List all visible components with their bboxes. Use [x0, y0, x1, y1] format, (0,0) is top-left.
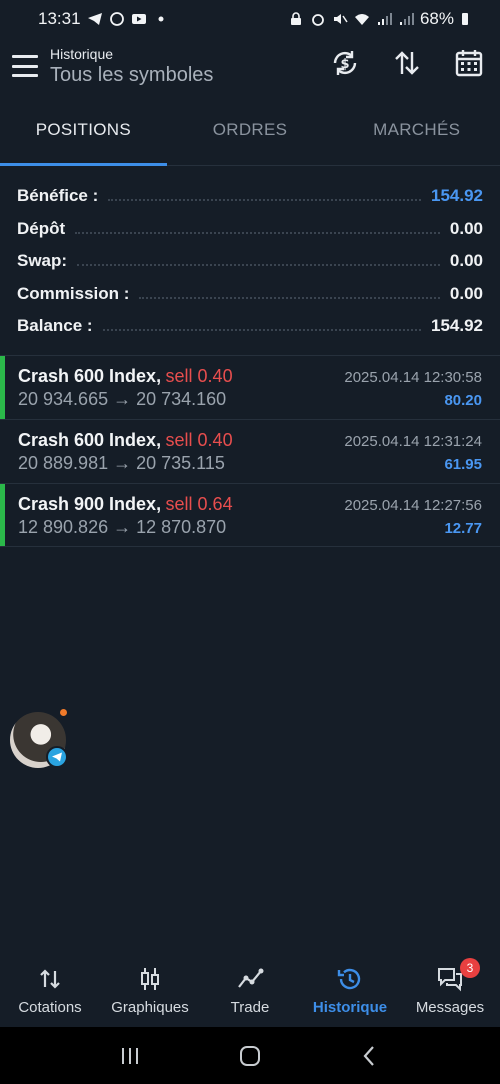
unread-badge: 3	[460, 958, 480, 978]
trade-time: 2025.04.14 12:30:58	[344, 368, 482, 386]
dotted-leader	[77, 264, 440, 267]
nav-messages[interactable]: 3 Messages	[400, 955, 500, 1027]
lock-icon	[288, 12, 304, 26]
telegram-icon	[87, 12, 103, 26]
summary-row-balance: Balance : 154.92	[17, 310, 483, 343]
trade-row[interactable]: Crash 600 Index, sell 0.40 2025.04.14 12…	[0, 354, 500, 419]
summary-label: Commission :	[17, 283, 130, 303]
dotted-leader	[108, 199, 421, 202]
battery-icon	[460, 12, 470, 26]
signal-icon	[376, 12, 392, 26]
currency-refresh-icon[interactable]: $	[330, 48, 360, 78]
dotted-leader	[75, 231, 440, 234]
history-icon	[336, 965, 364, 993]
trade-type: sell 0.40	[165, 429, 233, 450]
menu-icon[interactable]	[12, 55, 38, 77]
summary-row-swap: Swap: 0.00	[17, 245, 483, 278]
tab-positions[interactable]: POSITIONS	[0, 94, 167, 166]
nav-label: Graphiques	[111, 999, 189, 1016]
trade-row[interactable]: Crash 600 Index, sell 0.40 2025.04.14 12…	[0, 418, 500, 483]
summary-label: Bénéfice :	[17, 186, 99, 206]
summary-value: 0.00	[449, 251, 483, 271]
trade-symbol: Crash 600 Index,	[18, 365, 162, 386]
summary-row-benefice: Bénéfice : 154.92	[17, 180, 483, 213]
system-nav-bar	[0, 1027, 500, 1084]
nav-historique[interactable]: Historique	[300, 955, 400, 1027]
whatsapp-icon	[109, 12, 125, 26]
summary-panel: Bénéfice : 154.92 Dépôt 0.00 Swap: 0.00 …	[0, 166, 500, 355]
nav-label: Messages	[415, 999, 485, 1016]
nav-label: Historique	[312, 999, 388, 1016]
status-bar: 13:31 68%	[0, 0, 500, 38]
dot-icon	[153, 12, 169, 26]
nav-graphiques[interactable]: Graphiques	[100, 955, 200, 1027]
nav-trade[interactable]: Trade	[200, 955, 300, 1027]
sort-icon[interactable]	[392, 48, 422, 78]
header-titles: Historique Tous les symboles	[50, 46, 213, 87]
recents-icon[interactable]	[118, 1044, 142, 1068]
svg-text:$: $	[340, 57, 349, 72]
dotted-leader	[102, 329, 421, 332]
tab-marches[interactable]: MARCHÉS	[333, 94, 500, 165]
trade-prices: 12 890.826 → 12 870.870	[18, 516, 227, 537]
wifi-icon	[354, 12, 370, 26]
alarm-icon	[310, 12, 326, 26]
summary-label: Balance :	[17, 316, 93, 336]
trade-icon	[236, 965, 264, 993]
trade-symbol: Crash 900 Index,	[18, 493, 162, 514]
home-icon[interactable]	[238, 1044, 262, 1068]
summary-value: 154.92	[431, 316, 483, 336]
summary-value: 0.00	[449, 218, 483, 238]
back-icon[interactable]	[358, 1044, 382, 1068]
trade-type: sell 0.64	[165, 493, 233, 514]
bottom-nav: Cotations Graphiques Trade Historique 3 …	[0, 955, 500, 1027]
notification-dot	[60, 709, 67, 716]
summary-value: 0.00	[449, 283, 483, 303]
summary-value: 154.92	[431, 186, 483, 206]
trade-profit: 12.77	[444, 519, 482, 537]
tab-ordres[interactable]: ORDRES	[167, 94, 334, 165]
calendar-icon[interactable]	[454, 48, 484, 78]
symbol-filter[interactable]: Tous les symboles	[50, 64, 213, 87]
nav-cotations[interactable]: Cotations	[0, 955, 100, 1027]
trade-row[interactable]: Crash 900 Index, sell 0.64 2025.04.14 12…	[0, 482, 500, 547]
trade-list: Crash 600 Index, sell 0.40 2025.04.14 12…	[0, 354, 500, 547]
clock: 13:31	[38, 9, 81, 28]
trade-time: 2025.04.14 12:31:24	[344, 432, 482, 450]
youtube-icon	[131, 12, 147, 26]
battery-level: 68%	[419, 9, 454, 28]
page-title: Historique	[50, 45, 114, 62]
summary-row-depot: Dépôt 0.00	[17, 213, 483, 246]
candles-icon	[136, 965, 164, 993]
nav-label: Cotations	[18, 999, 82, 1016]
summary-label: Swap:	[17, 251, 68, 271]
trade-profit: 80.20	[444, 391, 482, 409]
tab-bar: POSITIONS ORDRES MARCHÉS	[0, 94, 500, 166]
trade-symbol: Crash 600 Index,	[18, 429, 162, 450]
summary-row-commission: Commission : 0.00	[17, 278, 483, 311]
trade-type: sell 0.40	[165, 365, 233, 386]
signal-icon	[398, 12, 414, 26]
dotted-leader	[139, 296, 440, 299]
trade-time: 2025.04.14 12:27:56	[344, 496, 482, 514]
trade-prices: 20 934.665 → 20 734.160	[18, 388, 227, 409]
mute-icon	[332, 12, 348, 26]
trade-profit: 61.95	[444, 455, 482, 473]
nav-label: Trade	[230, 999, 270, 1016]
app-bar: Historique Tous les symboles $	[0, 38, 500, 94]
quotes-icon	[36, 965, 64, 993]
telegram-icon	[46, 746, 68, 768]
trade-prices: 20 889.981 → 20 735.115	[18, 452, 225, 473]
summary-label: Dépôt	[17, 218, 66, 238]
